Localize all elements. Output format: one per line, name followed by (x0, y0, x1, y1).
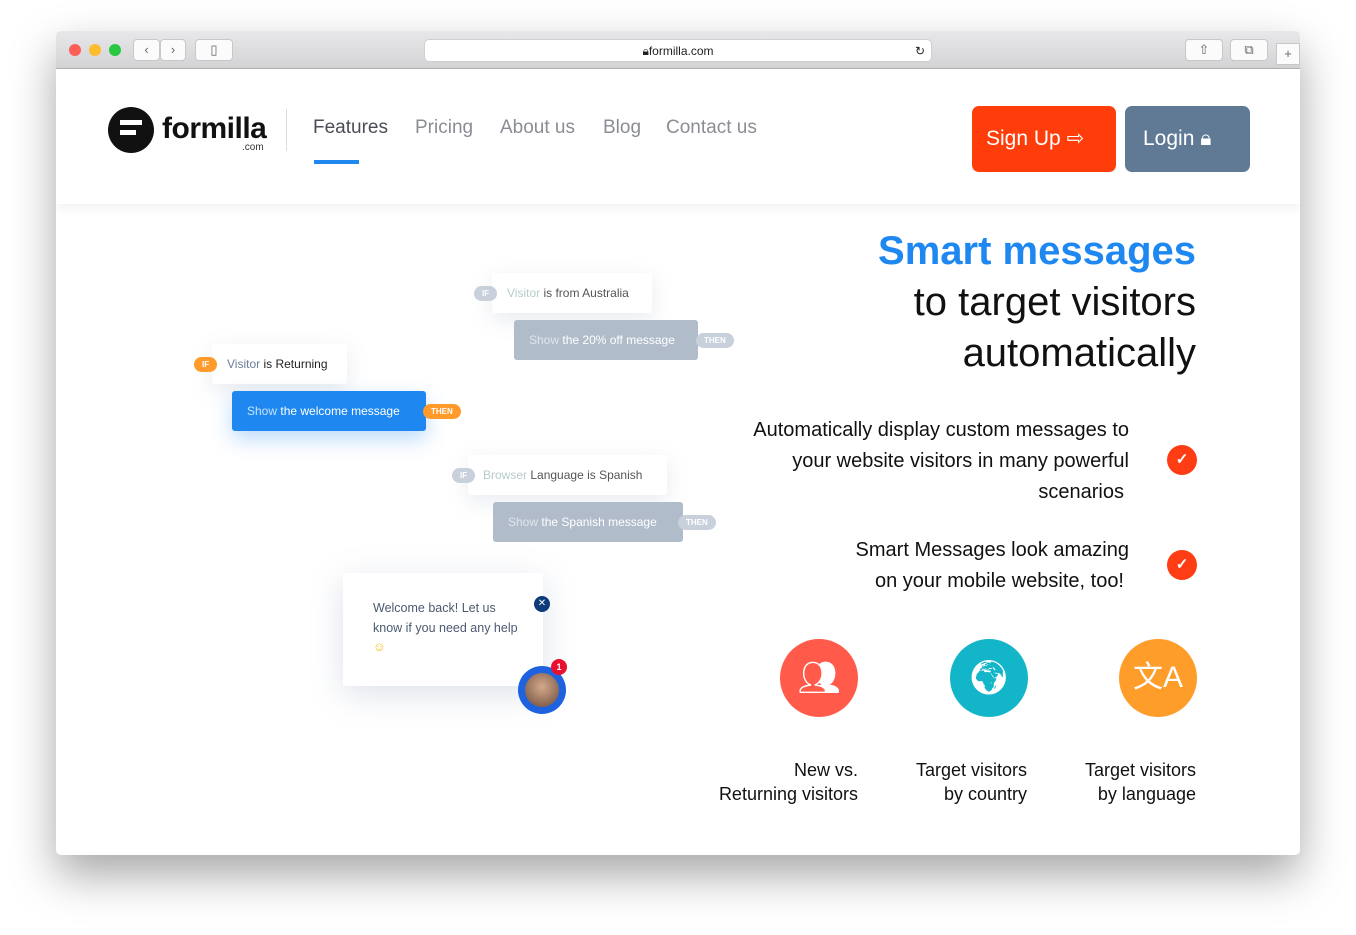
sign-up-label: Sign Up (986, 127, 1061, 150)
maximize-window-button[interactable] (109, 44, 121, 56)
feature-label: Target visitors by country (915, 760, 1027, 804)
browser-window: ‹ › ▯ 🔒︎ formilla.com ↻ ⇧ ⧉ + formilla .co… (56, 31, 1300, 855)
chat-message: Welcome back! Let us know if you need an… (373, 601, 518, 654)
active-nav-indicator (314, 160, 359, 164)
share-icon[interactable]: ⇧ (1185, 39, 1223, 61)
logo-text[interactable]: formilla (162, 112, 267, 146)
unread-badge: 1 (551, 659, 567, 675)
tabs-icon[interactable]: ⧉ (1230, 39, 1268, 61)
check-icon: ✓ (1167, 445, 1197, 475)
nav-features[interactable]: Features (313, 117, 388, 139)
feature-point: Smart Messages look amazing on your mobil… (855, 539, 1129, 592)
if-tag: IF (452, 468, 476, 483)
then-tag: THEN (696, 333, 734, 348)
feature-section: Visitor is from Australia IF Show the 20… (56, 204, 1300, 855)
feature-label: New vs. Returning visitors (718, 760, 858, 804)
logo-sub: .com (242, 142, 264, 153)
nav-pricing[interactable]: Pricing (415, 117, 473, 139)
smiley-icon: ☺ (373, 640, 386, 654)
rule-action-card: Show the 20% off message (514, 320, 698, 360)
reload-icon[interactable]: ↻ (915, 40, 925, 62)
logo-icon[interactable] (108, 107, 154, 153)
new-tab-button[interactable]: + (1276, 43, 1300, 65)
lock-icon: 🔒︎ (1200, 127, 1212, 150)
hero-title-line2: to target visitors (913, 280, 1196, 324)
site-header: formilla .com Features Pricing About us … (56, 69, 1300, 204)
sign-up-button[interactable]: Sign Up ⇨ (972, 106, 1116, 172)
hero-title-line3: automatically (962, 331, 1196, 375)
if-tag: IF (474, 286, 498, 301)
divider (286, 109, 287, 151)
forward-button[interactable]: › (160, 39, 186, 61)
login-label: Login (1143, 127, 1195, 150)
translate-icon: 文A (1119, 639, 1197, 717)
feature-point: Automatically display custom messages to… (753, 419, 1129, 503)
login-button[interactable]: Login 🔒︎ (1125, 106, 1250, 172)
then-tag: THEN (423, 404, 461, 419)
nav-blog[interactable]: Blog (603, 117, 641, 139)
rule-action-card: Show the welcome message (232, 391, 426, 431)
rule-condition-card: Visitor is from Australia (492, 273, 652, 313)
avatar (525, 673, 559, 707)
close-chat-icon[interactable]: ✕ (534, 596, 550, 612)
close-window-button[interactable] (69, 44, 81, 56)
rule-condition-card: Visitor is Returning (212, 344, 347, 384)
hero-title-accent: Smart messages (878, 229, 1196, 273)
check-icon: ✓ (1167, 550, 1197, 580)
browser-toolbar: ‹ › ▯ 🔒︎formilla.com ↻ ⇧ ⧉ + (56, 31, 1300, 69)
then-tag: THEN (678, 515, 716, 530)
url-text: formilla.com (648, 44, 714, 58)
sign-in-arrow-icon: ⇨ (1066, 127, 1085, 150)
nav-about-us[interactable]: About us (500, 117, 575, 139)
rule-action-card: Show the Spanish message (493, 502, 683, 542)
address-bar[interactable]: 🔒︎formilla.com ↻ (424, 39, 932, 62)
minimize-window-button[interactable] (89, 44, 101, 56)
users-icon: 👥︎ (780, 639, 858, 717)
globe-icon: 🌍︎ (950, 639, 1028, 717)
chat-popup: Welcome back! Let us know if you need an… (343, 573, 543, 686)
nav-contact-us[interactable]: Contact us (666, 117, 757, 139)
rule-condition-card: Browser Language is Spanish (468, 455, 667, 495)
back-button[interactable]: ‹ (133, 39, 160, 61)
if-tag: IF (194, 357, 218, 372)
sidebar-icon[interactable]: ▯ (195, 39, 233, 61)
feature-label: Target visitors by language (1084, 760, 1196, 804)
